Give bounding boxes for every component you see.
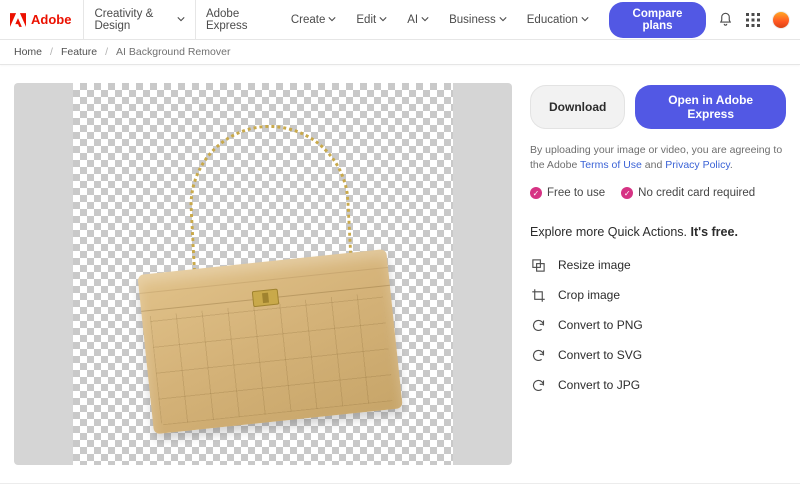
explore-free: It's free. [690,225,737,239]
quick-action-label: Resize image [558,258,631,272]
result-canvas [14,83,512,465]
badge-free: ✓ Free to use [530,187,605,199]
terms-of-use-link[interactable]: Terms of Use [580,159,642,171]
side-panel: Download Open in Adobe Express By upload… [530,83,786,465]
consent-suffix: . [730,159,733,171]
badge-label: Free to use [547,187,605,199]
breadcrumb-separator: / [105,46,108,58]
nav-label: Creativity & Design [94,8,174,32]
nav-adobe-express[interactable]: Adobe Express [196,0,281,39]
nav-business[interactable]: Business [439,0,517,39]
quick-action-png[interactable]: Convert to PNG [530,317,786,333]
app-launcher-icon[interactable] [745,11,760,29]
consent-and: and [642,159,665,171]
compare-plans-button[interactable]: Compare plans [609,2,706,38]
upload-consent-text: By uploading your image or video, you ar… [530,143,786,173]
nav-creativity[interactable]: Creativity & Design [84,0,196,39]
quick-action-svg[interactable]: Convert to SVG [530,347,786,363]
notifications-icon[interactable] [718,11,733,29]
nav-ai[interactable]: AI [397,0,439,39]
convert-icon [530,347,546,363]
resize-icon [530,257,546,273]
convert-icon [530,317,546,333]
brand-name: Adobe [31,12,71,27]
brand-logo-block[interactable]: Adobe [10,0,84,39]
nav-label: Education [527,14,578,26]
quick-actions-list: Resize image Crop image Convert to PNG C… [530,257,786,393]
nav-create[interactable]: Create [281,0,347,39]
breadcrumb-home[interactable]: Home [14,46,42,58]
quick-action-label: Convert to PNG [558,318,643,332]
adobe-logo-icon [10,13,26,27]
convert-icon [530,377,546,393]
quick-action-resize[interactable]: Resize image [530,257,786,273]
chevron-down-icon [328,14,336,26]
main-content: Download Open in Adobe Express By upload… [0,65,800,477]
result-image [123,114,403,435]
nav-label: Business [449,14,496,26]
action-buttons: Download Open in Adobe Express [530,85,786,129]
quick-action-label: Convert to JPG [558,378,640,392]
footer-divider [0,483,800,484]
breadcrumb-feature[interactable]: Feature [61,46,97,58]
crop-icon [530,287,546,303]
quick-action-crop[interactable]: Crop image [530,287,786,303]
breadcrumb: Home / Feature / AI Background Remover [0,40,800,65]
benefit-badges: ✓ Free to use ✓ No credit card required [530,187,786,199]
explore-text: Explore more Quick Actions. [530,225,690,239]
user-avatar[interactable] [772,11,790,29]
badge-label: No credit card required [638,187,755,199]
download-button[interactable]: Download [530,85,625,129]
breadcrumb-separator: / [50,46,53,58]
nav-education[interactable]: Education [517,0,599,39]
check-icon: ✓ [530,187,542,199]
chevron-down-icon [379,14,387,26]
quick-action-label: Convert to SVG [558,348,642,362]
privacy-policy-link[interactable]: Privacy Policy [665,159,730,171]
chevron-down-icon [177,14,185,26]
quick-action-jpg[interactable]: Convert to JPG [530,377,786,393]
chevron-down-icon [581,14,589,26]
transparent-background [73,83,453,465]
nav-label: Create [291,14,326,26]
nav-label: AI [407,14,418,26]
open-in-express-button[interactable]: Open in Adobe Express [635,85,786,129]
explore-heading: Explore more Quick Actions. It's free. [530,225,786,239]
chevron-down-icon [421,14,429,26]
check-icon: ✓ [621,187,633,199]
top-bar: Adobe Creativity & Design Adobe Express … [0,0,800,40]
nav-edit[interactable]: Edit [346,0,397,39]
nav-label: Adobe Express [206,8,271,32]
quick-action-label: Crop image [558,288,620,302]
chevron-down-icon [499,14,507,26]
badge-no-card: ✓ No credit card required [621,187,755,199]
nav-label: Edit [356,14,376,26]
breadcrumb-current: AI Background Remover [116,46,230,58]
